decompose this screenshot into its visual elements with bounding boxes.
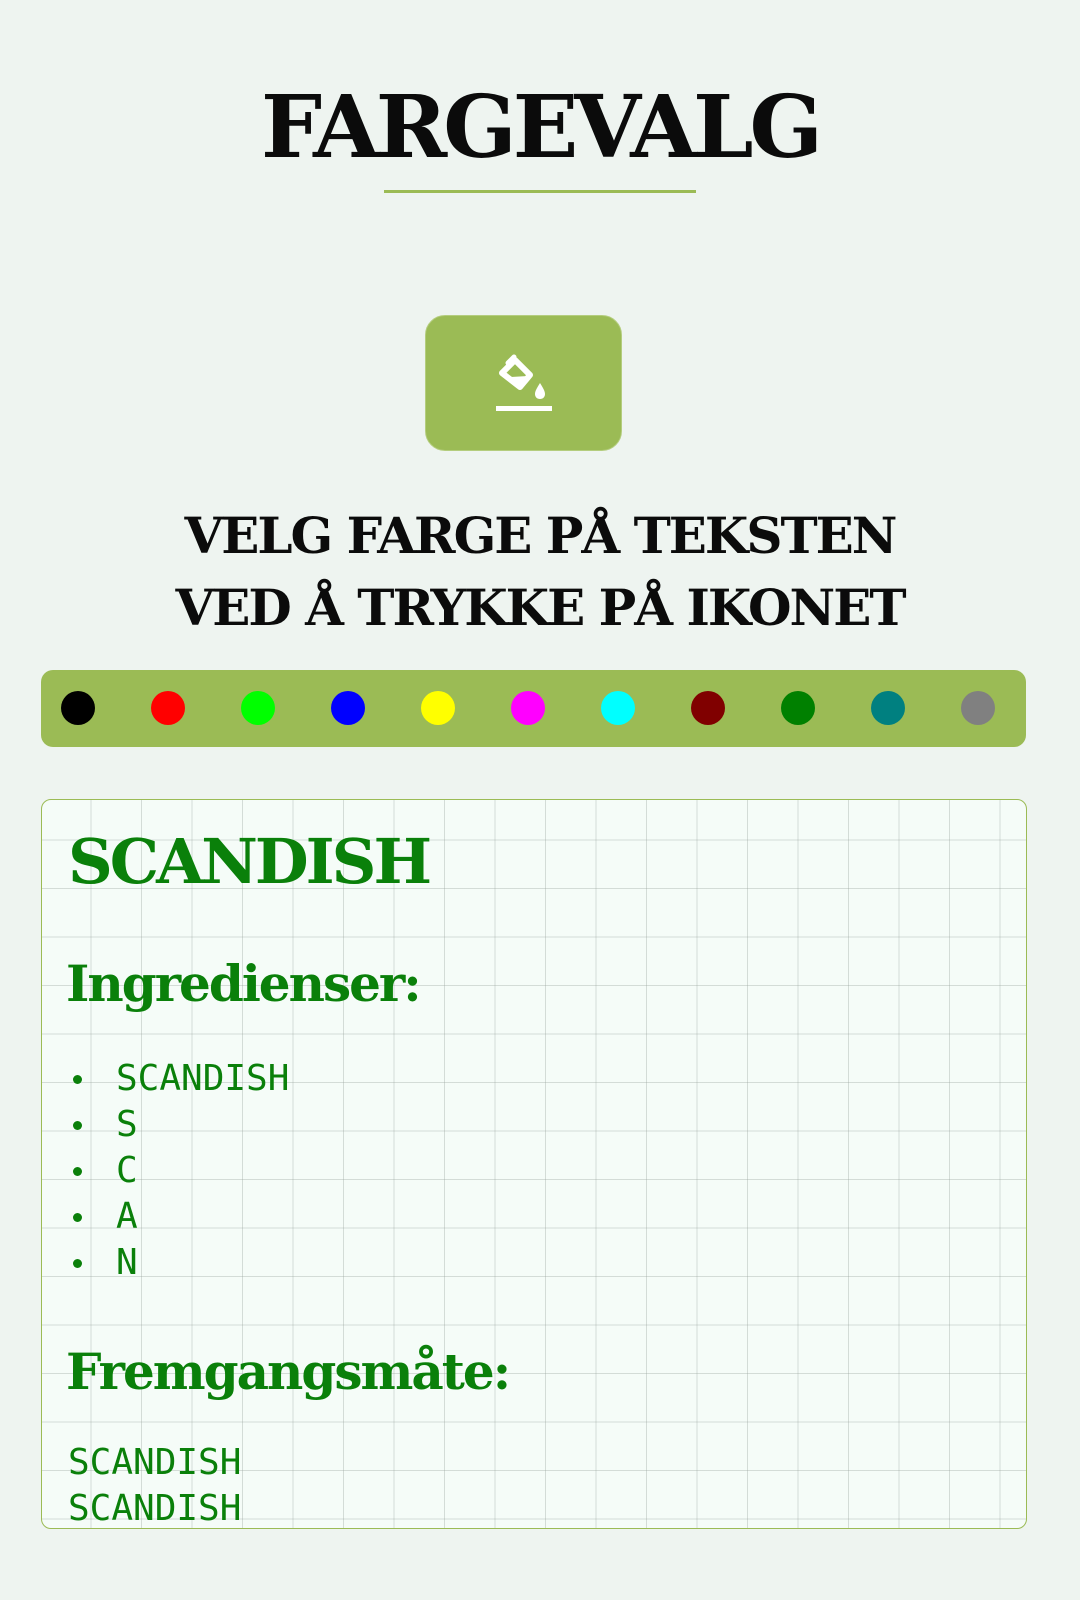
paint-bucket-icon — [495, 354, 552, 411]
color-swatch-cyan[interactable] — [601, 691, 635, 725]
list-item: N — [68, 1240, 289, 1286]
color-swatch-gray[interactable] — [961, 691, 995, 725]
color-swatch-teal[interactable] — [871, 691, 905, 725]
method-text: SCANDISH SCANDISH — [68, 1440, 242, 1529]
title-underline — [384, 190, 696, 193]
method-line: SCANDISH — [68, 1488, 242, 1529]
recipe-title: SCANDISH — [68, 825, 432, 898]
instructions-text: VELG FARGE PÅ TEKSTEN VED Å TRYKKE PÅ IK… — [0, 500, 1080, 644]
method-heading: Fremgangsmåte: — [66, 1342, 511, 1401]
color-swatch-maroon[interactable] — [691, 691, 725, 725]
instructions-line-1: VELG FARGE PÅ TEKSTEN — [184, 506, 897, 565]
color-swatch-red[interactable] — [151, 691, 185, 725]
color-picker-button[interactable] — [425, 315, 622, 451]
recipe-card: SCANDISH Ingredienser: SCANDISH S C A N … — [41, 799, 1027, 1529]
instructions-line-2: VED Å TRYKKE PÅ IKONET — [175, 578, 906, 637]
color-palette — [41, 670, 1026, 747]
color-swatch-black[interactable] — [61, 691, 95, 725]
color-swatch-magenta[interactable] — [511, 691, 545, 725]
color-swatch-blue[interactable] — [331, 691, 365, 725]
color-swatch-lime[interactable] — [241, 691, 275, 725]
list-item: A — [68, 1194, 289, 1240]
method-line: SCANDISH — [68, 1442, 242, 1483]
page-title: FARGEVALG — [261, 77, 823, 178]
list-item: S — [68, 1102, 289, 1148]
ingredients-list: SCANDISH S C A N — [68, 1056, 289, 1286]
list-item: SCANDISH — [68, 1056, 289, 1102]
list-item: C — [68, 1148, 289, 1194]
color-swatch-green[interactable] — [781, 691, 815, 725]
ingredients-heading: Ingredienser: — [66, 954, 422, 1013]
color-swatch-yellow[interactable] — [421, 691, 455, 725]
